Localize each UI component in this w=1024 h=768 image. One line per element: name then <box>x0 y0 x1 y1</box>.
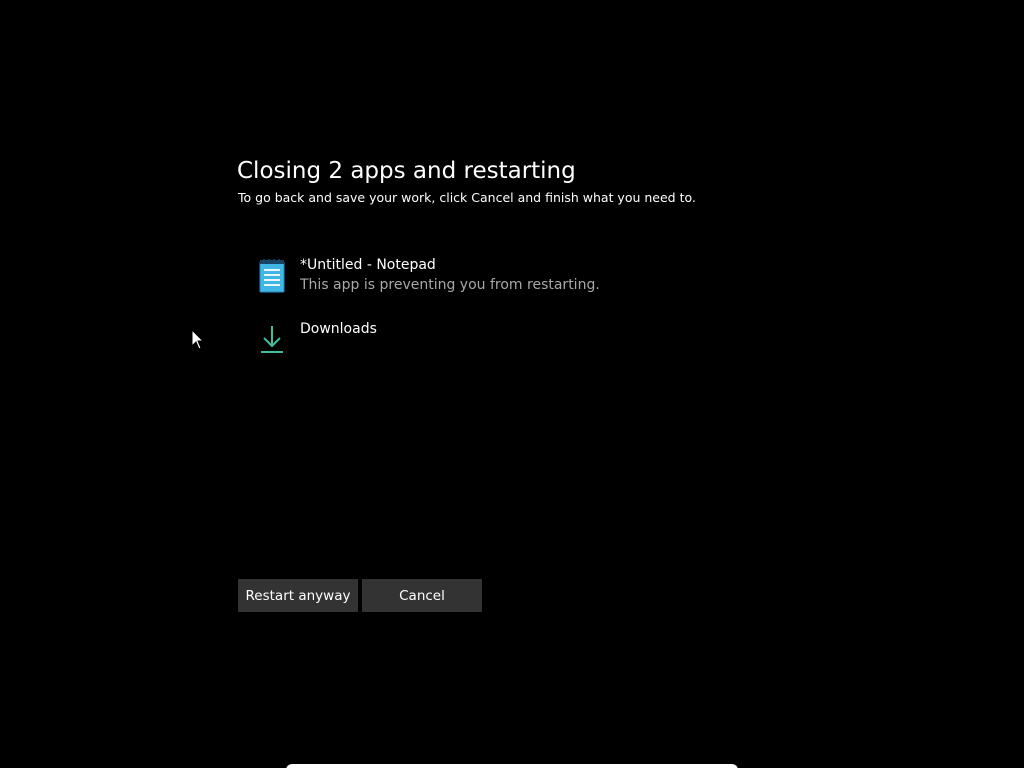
dialog-title: Closing 2 apps and restarting <box>237 158 576 184</box>
app-name: *Untitled - Notepad <box>300 257 436 273</box>
download-arrow-icon <box>256 321 288 357</box>
notepad-icon <box>256 257 288 293</box>
app-description: This app is preventing you from restarti… <box>300 277 600 293</box>
restart-screen: Closing 2 apps and restarting To go back… <box>0 0 1024 768</box>
bottom-edge-bar <box>286 764 738 768</box>
mouse-cursor-icon <box>191 328 205 351</box>
app-list: *Untitled - Notepad This app is preventi… <box>256 255 756 383</box>
cancel-button[interactable]: Cancel <box>362 579 482 612</box>
app-item-downloads: Downloads <box>256 319 756 383</box>
app-name: Downloads <box>300 321 377 337</box>
app-item-notepad: *Untitled - Notepad This app is preventi… <box>256 255 756 319</box>
restart-anyway-button[interactable]: Restart anyway <box>238 579 358 612</box>
dialog-subtitle: To go back and save your work, click Can… <box>238 190 696 205</box>
